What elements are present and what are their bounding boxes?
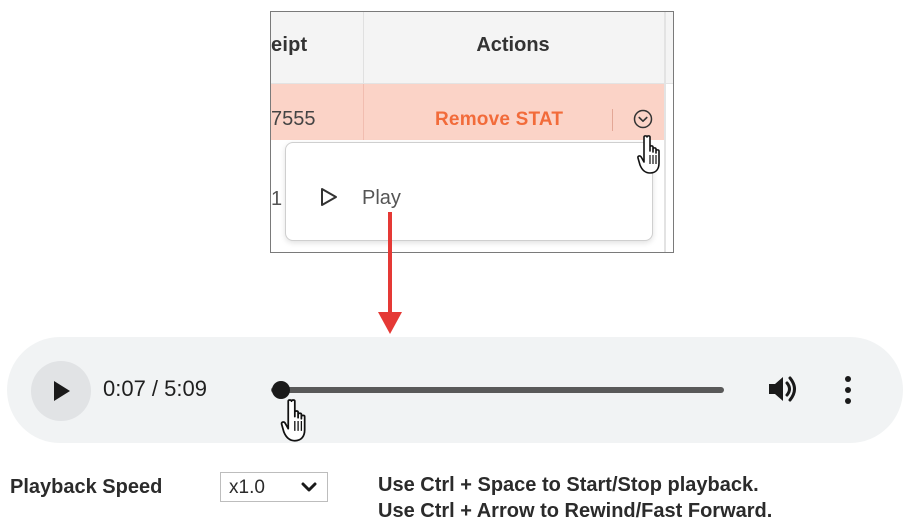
audio-player: 0:07 / 5:09 bbox=[7, 337, 903, 443]
down-arrow-icon bbox=[378, 212, 402, 334]
play-icon bbox=[54, 381, 70, 401]
playback-speed-value: x1.0 bbox=[229, 477, 265, 498]
time-display: 0:07 / 5:09 bbox=[103, 376, 207, 401]
menu-item-play[interactable]: Play bbox=[362, 187, 401, 210]
actions-dropdown-menu: Play bbox=[285, 142, 653, 241]
playback-speed-select[interactable]: x1.0 bbox=[220, 472, 328, 502]
actions-column-header: Actions bbox=[476, 34, 550, 56]
playback-speed-label: Playback Speed bbox=[10, 476, 163, 498]
more-vertical-icon[interactable] bbox=[843, 375, 853, 405]
column-divider bbox=[363, 84, 364, 140]
seek-slider[interactable] bbox=[271, 381, 724, 399]
remove-stat-button[interactable]: Remove STAT bbox=[435, 109, 563, 131]
receipt-cell: 1 bbox=[271, 188, 283, 210]
help-text-start-stop: Use Ctrl + Space to Start/Stop playback. bbox=[378, 474, 759, 496]
seek-slider-thumb[interactable] bbox=[272, 381, 291, 399]
action-divider bbox=[612, 109, 613, 131]
hand-cursor-icon bbox=[637, 135, 660, 174]
help-text-rewind-forward: Use Ctrl + Arrow to Rewind/Fast Forward. bbox=[378, 500, 773, 522]
play-button[interactable] bbox=[31, 361, 91, 421]
receipt-column-header: eipt bbox=[271, 34, 308, 56]
volume-icon[interactable] bbox=[767, 375, 799, 403]
table-right-border bbox=[664, 12, 666, 252]
receipt-cell: 7555 bbox=[271, 108, 316, 130]
play-outline-icon bbox=[321, 188, 337, 206]
chevron-down-circle-icon[interactable] bbox=[633, 109, 653, 129]
table-screenshot: eipt Actions 7555 Remove STAT 1 Play bbox=[270, 11, 674, 253]
chevron-down-icon bbox=[301, 482, 317, 492]
hand-cursor-icon bbox=[280, 399, 306, 442]
